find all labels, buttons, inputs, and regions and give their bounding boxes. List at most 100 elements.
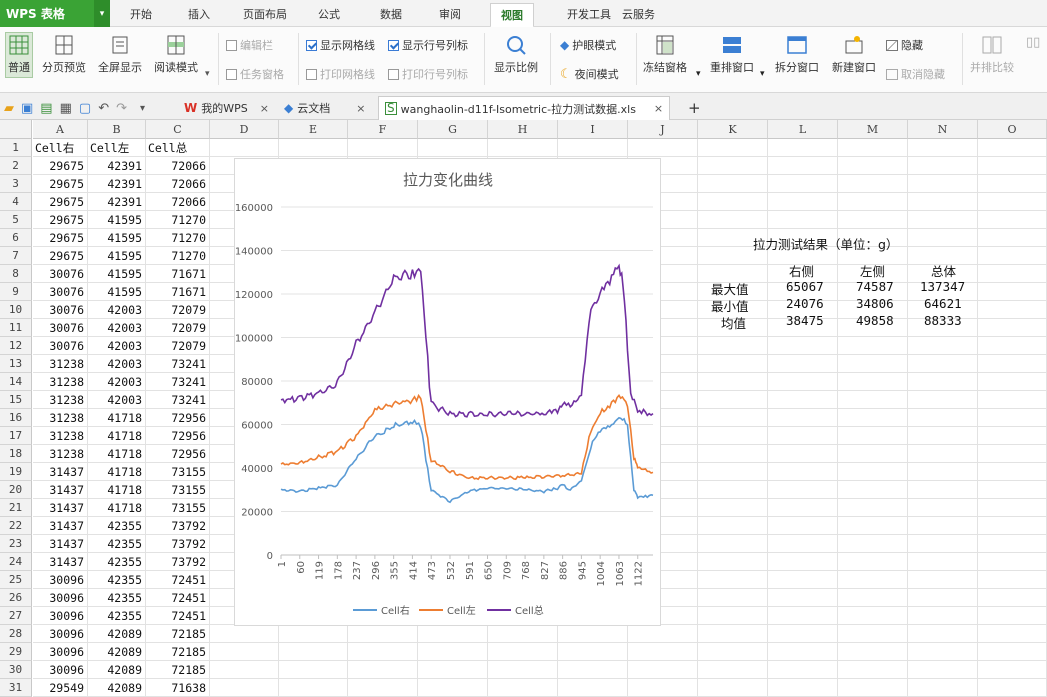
empty-cell[interactable] [768, 373, 838, 391]
page-break-preview-button[interactable]: 分页预览 [42, 35, 86, 75]
unhide-window-button[interactable]: 取消隐藏 [886, 66, 945, 82]
data-cell[interactable]: 72956 [146, 427, 210, 445]
empty-cell[interactable] [978, 445, 1047, 463]
empty-cell[interactable] [838, 535, 908, 553]
empty-cell[interactable] [978, 247, 1047, 265]
row-header[interactable]: 9 [0, 283, 32, 301]
header-cell[interactable]: Cell左 [88, 139, 146, 157]
empty-cell[interactable] [698, 355, 768, 373]
empty-cell[interactable] [768, 337, 838, 355]
empty-cell[interactable] [768, 535, 838, 553]
column-header-H[interactable]: H [488, 120, 558, 139]
tab-current-file[interactable]: S wanghaolin-d11f-Isometric-拉力测试数据.xls × [378, 96, 671, 120]
column-header-L[interactable]: L [768, 120, 838, 139]
column-header-G[interactable]: G [418, 120, 488, 139]
data-cell[interactable]: 30076 [33, 319, 88, 337]
data-cell[interactable]: 41595 [88, 265, 146, 283]
row-header[interactable]: 1 [0, 139, 32, 157]
empty-cell[interactable] [488, 679, 558, 697]
empty-cell[interactable] [768, 211, 838, 229]
rearrange-dropdown-icon[interactable]: ▾ [760, 69, 765, 79]
data-cell[interactable]: 73241 [146, 355, 210, 373]
data-cell[interactable]: 42089 [88, 661, 146, 679]
row-header[interactable]: 25 [0, 571, 32, 589]
empty-cell[interactable] [978, 481, 1047, 499]
data-cell[interactable]: 29675 [33, 229, 88, 247]
empty-cell[interactable] [698, 481, 768, 499]
row-header[interactable]: 4 [0, 193, 32, 211]
empty-cell[interactable] [838, 427, 908, 445]
empty-cell[interactable] [488, 625, 558, 643]
menu-tab-1[interactable]: 插入 [188, 6, 210, 22]
empty-cell[interactable] [838, 643, 908, 661]
data-cell[interactable]: 73792 [146, 517, 210, 535]
data-cell[interactable]: 31238 [33, 427, 88, 445]
data-cell[interactable]: 42355 [88, 535, 146, 553]
column-header-M[interactable]: M [838, 120, 908, 139]
task-pane-checkbox[interactable]: 任务窗格 [226, 66, 284, 82]
empty-cell[interactable] [768, 445, 838, 463]
data-cell[interactable]: 42089 [88, 679, 146, 697]
undo-icon[interactable]: ↶ [98, 101, 109, 116]
empty-cell[interactable] [488, 139, 558, 157]
empty-cell[interactable] [768, 175, 838, 193]
reading-mode-dropdown-icon[interactable]: ▾ [205, 69, 210, 79]
row-header[interactable]: 29 [0, 643, 32, 661]
data-cell[interactable]: 30076 [33, 265, 88, 283]
empty-cell[interactable] [698, 445, 768, 463]
data-cell[interactable]: 31238 [33, 355, 88, 373]
empty-cell[interactable] [418, 643, 488, 661]
data-cell[interactable]: 73792 [146, 535, 210, 553]
empty-cell[interactable] [558, 625, 628, 643]
data-cell[interactable]: 29675 [33, 247, 88, 265]
empty-cell[interactable] [978, 229, 1047, 247]
empty-cell[interactable] [838, 517, 908, 535]
data-cell[interactable]: 71671 [146, 265, 210, 283]
menu-tab-7[interactable]: 开发工具 [567, 6, 611, 22]
data-cell[interactable]: 30096 [33, 589, 88, 607]
empty-cell[interactable] [768, 481, 838, 499]
empty-cell[interactable] [279, 625, 348, 643]
data-cell[interactable]: 42355 [88, 607, 146, 625]
empty-cell[interactable] [698, 337, 768, 355]
empty-cell[interactable] [978, 337, 1047, 355]
data-cell[interactable]: 31437 [33, 535, 88, 553]
empty-cell[interactable] [978, 625, 1047, 643]
menu-tab-0[interactable]: 开始 [130, 6, 152, 22]
customize-toolbar-dropdown-icon[interactable]: ▾ [140, 103, 145, 114]
row-header[interactable]: 22 [0, 517, 32, 535]
data-cell[interactable]: 41718 [88, 463, 146, 481]
row-header[interactable]: 10 [0, 301, 32, 319]
empty-cell[interactable] [768, 157, 838, 175]
data-cell[interactable]: 29675 [33, 193, 88, 211]
zoom-button[interactable]: 显示比例 [494, 35, 538, 75]
data-cell[interactable]: 41595 [88, 211, 146, 229]
column-header-D[interactable]: D [210, 120, 279, 139]
row-header[interactable]: 8 [0, 265, 32, 283]
empty-cell[interactable] [978, 463, 1047, 481]
data-cell[interactable]: 30076 [33, 337, 88, 355]
header-cell[interactable]: Cell总 [146, 139, 210, 157]
empty-cell[interactable] [838, 175, 908, 193]
empty-cell[interactable] [978, 535, 1047, 553]
empty-cell[interactable] [838, 571, 908, 589]
empty-cell[interactable] [628, 625, 698, 643]
data-cell[interactable]: 72956 [146, 409, 210, 427]
empty-cell[interactable] [628, 643, 698, 661]
empty-cell[interactable] [698, 679, 768, 697]
column-header-B[interactable]: B [88, 120, 146, 139]
empty-cell[interactable] [978, 157, 1047, 175]
empty-cell[interactable] [908, 373, 978, 391]
header-cell[interactable]: Cell右 [33, 139, 88, 157]
column-header-C[interactable]: C [146, 120, 210, 139]
side-by-side-button[interactable]: 并排比较 [970, 35, 1014, 75]
row-header[interactable]: 15 [0, 391, 32, 409]
data-cell[interactable]: 72451 [146, 607, 210, 625]
empty-cell[interactable] [978, 355, 1047, 373]
empty-cell[interactable] [908, 589, 978, 607]
empty-cell[interactable] [628, 139, 698, 157]
data-cell[interactable]: 41718 [88, 445, 146, 463]
row-header[interactable]: 7 [0, 247, 32, 265]
night-mode-button[interactable]: ☾ 夜间模式 [560, 66, 619, 82]
row-header[interactable]: 14 [0, 373, 32, 391]
